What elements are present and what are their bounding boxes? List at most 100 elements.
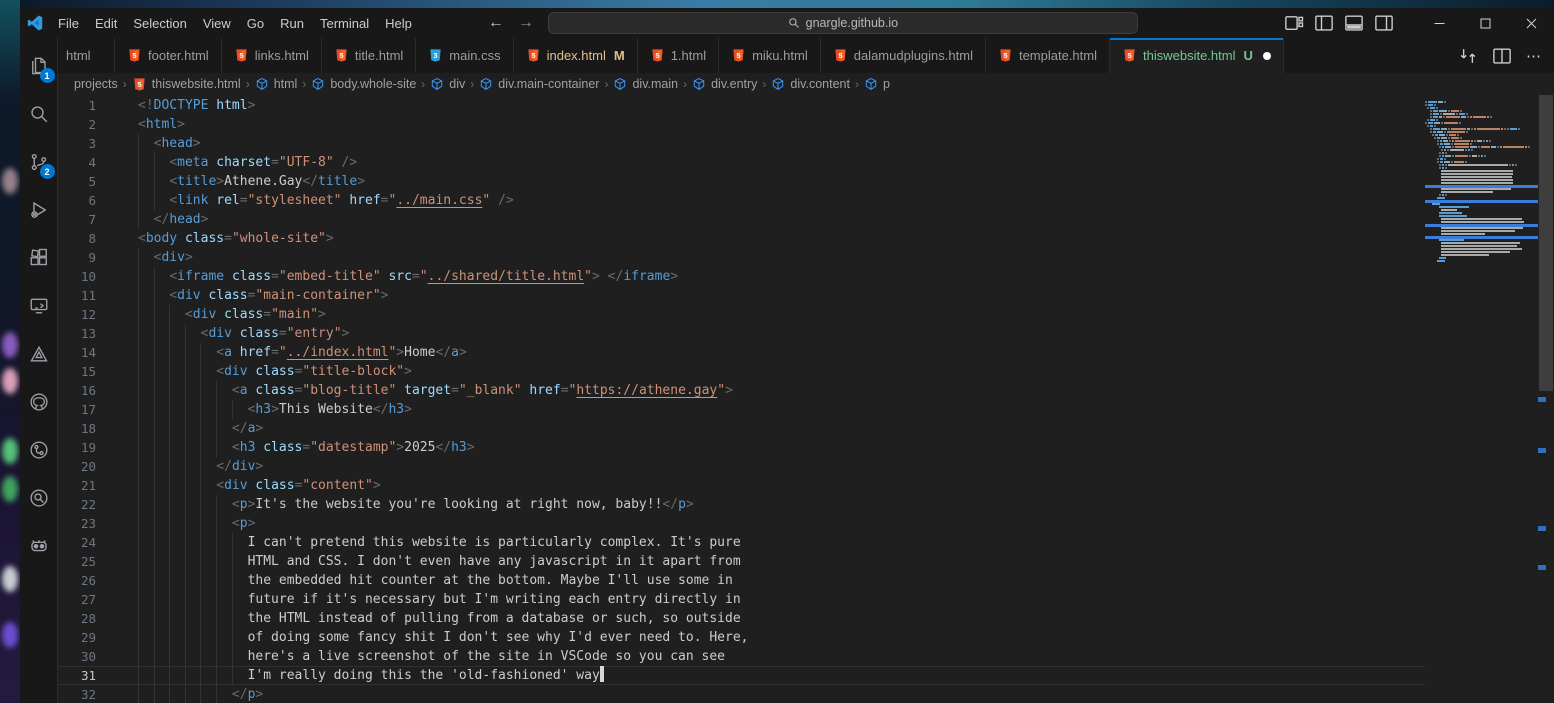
vscode-logo-icon[interactable]	[20, 15, 50, 31]
code-line-17[interactable]: 17 <h3>This Website</h3>	[58, 400, 1425, 419]
code-line-6[interactable]: 6 <link rel="stylesheet" href="../main.c…	[58, 191, 1425, 210]
unsaved-dot-icon[interactable]	[1263, 52, 1271, 60]
menu-help[interactable]: Help	[377, 12, 420, 35]
code-line-2[interactable]: 2<html>	[58, 115, 1425, 134]
github-icon[interactable]	[20, 378, 58, 426]
line-number: 11	[58, 286, 120, 305]
search-icon[interactable]	[20, 90, 58, 138]
git-history-icon[interactable]	[20, 426, 58, 474]
code-line-24[interactable]: 24 I can't pretend this website is parti…	[58, 533, 1425, 552]
menu-edit[interactable]: Edit	[87, 12, 125, 35]
code-line-18[interactable]: 18 </a>	[58, 419, 1425, 438]
code-line-1[interactable]: 1<!DOCTYPE html>	[58, 96, 1425, 115]
code-line-15[interactable]: 15 <div class="title-block">	[58, 362, 1425, 381]
remote-explorer-icon[interactable]	[20, 282, 58, 330]
customize-layout-icon[interactable]	[1284, 13, 1304, 33]
code-line-13[interactable]: 13 <div class="entry">	[58, 324, 1425, 343]
code-line-12[interactable]: 12 <div class="main">	[58, 305, 1425, 324]
tab-main.css[interactable]: 3main.css	[416, 38, 513, 73]
scrollbar-thumb[interactable]	[1539, 95, 1553, 391]
compare-changes-icon[interactable]	[1458, 46, 1478, 66]
breadcrumb-item-p[interactable]: p	[864, 77, 890, 91]
breadcrumb-item-div.entry[interactable]: div.entry	[692, 77, 757, 91]
back-arrow-icon[interactable]: ←	[488, 15, 504, 31]
tab-template.html[interactable]: 5template.html	[986, 38, 1110, 73]
code-line-31[interactable]: 31 I'm really doing this the 'old-fashio…	[58, 666, 1425, 685]
menu-view[interactable]: View	[195, 12, 239, 35]
vertical-scrollbar[interactable]	[1538, 95, 1554, 703]
toggle-primary-sidebar-icon[interactable]	[1314, 13, 1334, 33]
close-icon[interactable]	[1508, 8, 1554, 38]
maximize-icon[interactable]	[1462, 8, 1508, 38]
toggle-panel-icon[interactable]	[1344, 13, 1364, 33]
tab-miku.html[interactable]: 5miku.html	[719, 38, 821, 73]
tab-html[interactable]: html	[58, 38, 115, 73]
menu-selection[interactable]: Selection	[125, 12, 194, 35]
forward-arrow-icon[interactable]: →	[518, 15, 534, 31]
tab-1.html[interactable]: 51.html	[638, 38, 719, 73]
code-line-10[interactable]: 10 <iframe class="embed-title" src="../s…	[58, 267, 1425, 286]
code-line-29[interactable]: 29 of doing some fancy shit I don't see …	[58, 628, 1425, 647]
code-line-22[interactable]: 22 <p>It's the website you're looking at…	[58, 495, 1425, 514]
code-line-30[interactable]: 30 here's a live screenshot of the site …	[58, 647, 1425, 666]
breadcrumb-item-body.whole-site[interactable]: body.whole-site	[311, 77, 416, 91]
code-line-9[interactable]: 9 <div>	[58, 248, 1425, 267]
extensions-icon[interactable]	[20, 234, 58, 282]
code-line-26[interactable]: 26 the embedded hit counter at the botto…	[58, 571, 1425, 590]
menu-run[interactable]: Run	[272, 12, 312, 35]
code-line-3[interactable]: 3 <head>	[58, 134, 1425, 153]
line-content: </p>	[120, 685, 1425, 703]
indent-guide	[138, 495, 139, 514]
code-line-20[interactable]: 20 </div>	[58, 457, 1425, 476]
code-inspect-icon[interactable]	[20, 474, 58, 522]
breadcrumb-item-div.main-container[interactable]: div.main-container	[479, 77, 599, 91]
minimap[interactable]	[1425, 95, 1538, 703]
breadcrumb-item-div.main[interactable]: div.main	[613, 77, 678, 91]
godot-tools-icon[interactable]	[20, 522, 58, 570]
code-line-16[interactable]: 16 <a class="blog-title" target="_blank"…	[58, 381, 1425, 400]
split-editor-icon[interactable]	[1492, 46, 1512, 66]
breadcrumb-item-div.content[interactable]: div.content	[771, 77, 850, 91]
breadcrumb-item-html[interactable]: html	[255, 77, 298, 91]
breadcrumb-item-div[interactable]: div	[430, 77, 465, 91]
tab-links.html[interactable]: 5links.html	[222, 38, 322, 73]
explorer-icon[interactable]: 1	[20, 42, 58, 90]
tab-index.html[interactable]: 5index.htmlM	[514, 38, 638, 73]
indent-guide	[169, 552, 170, 571]
code-line-14[interactable]: 14 <a href="../index.html">Home</a>	[58, 343, 1425, 362]
minimap-line	[1439, 215, 1467, 217]
code-line-25[interactable]: 25 HTML and CSS. I don't even have any j…	[58, 552, 1425, 571]
code-editor[interactable]: 1<!DOCTYPE html>2<html>3 <head>4 <meta c…	[58, 95, 1554, 703]
menu-go[interactable]: Go	[239, 12, 272, 35]
code-line-11[interactable]: 11 <div class="main-container">	[58, 286, 1425, 305]
line-number: 4	[58, 153, 120, 172]
menu-file[interactable]: File	[50, 12, 87, 35]
tab-thiswebsite.html[interactable]: 5thiswebsite.htmlU	[1110, 38, 1284, 73]
code-line-32[interactable]: 32 </p>	[58, 685, 1425, 703]
tab-title.html[interactable]: 5title.html	[322, 38, 416, 73]
code-line-19[interactable]: 19 <h3 class="datestamp">2025</h3>	[58, 438, 1425, 457]
toggle-secondary-sidebar-icon[interactable]	[1374, 13, 1394, 33]
code-line-23[interactable]: 23 <p>	[58, 514, 1425, 533]
code-line-21[interactable]: 21 <div class="content">	[58, 476, 1425, 495]
indent-guide	[216, 647, 217, 666]
code-line-4[interactable]: 4 <meta charset="UTF-8" />	[58, 153, 1425, 172]
code-line-28[interactable]: 28 the HTML instead of pulling from a da…	[58, 609, 1425, 628]
tab-dalamudplugins.html[interactable]: 5dalamudplugins.html	[821, 38, 986, 73]
command-center-search[interactable]: gnargle.github.io	[548, 12, 1138, 34]
run-and-debug-icon[interactable]	[20, 186, 58, 234]
source-control-icon[interactable]: 2	[20, 138, 58, 186]
code-line-7[interactable]: 7 </head>	[58, 210, 1425, 229]
more-actions-icon[interactable]: ⋯	[1526, 47, 1542, 65]
tab-footer.html[interactable]: 5footer.html	[115, 38, 222, 73]
menu-terminal[interactable]: Terminal	[312, 12, 377, 35]
line-content: <div class="main">	[120, 305, 1425, 324]
breadcrumb-item-projects[interactable]: projects	[74, 77, 118, 91]
desktop-icon-blob	[2, 566, 18, 592]
code-line-8[interactable]: 8<body class="whole-site">	[58, 229, 1425, 248]
code-line-27[interactable]: 27 future if it's necessary but I'm writ…	[58, 590, 1425, 609]
minimize-icon[interactable]	[1416, 8, 1462, 38]
triangle-extension-icon[interactable]	[20, 330, 58, 378]
code-line-5[interactable]: 5 <title>Athene.Gay</title>	[58, 172, 1425, 191]
breadcrumb-item-thiswebsite.html[interactable]: 5thiswebsite.html	[132, 77, 241, 92]
